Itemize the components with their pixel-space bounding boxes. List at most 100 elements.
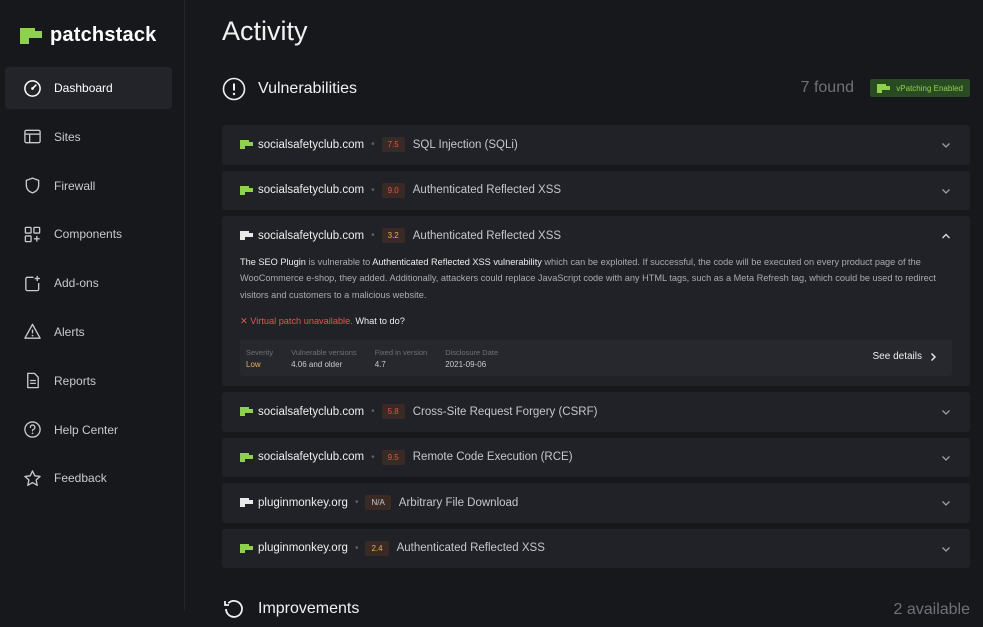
sidebar-item-components[interactable]: Components: [5, 213, 172, 255]
plugin-name: The SEO Plugin: [240, 256, 306, 267]
vulnerability-description: The SEO Plugin is vulnerable to Authenti…: [240, 254, 952, 304]
vulnerability-row-header[interactable]: pluginmonkey.org • N/A Arbitrary File Downl…: [222, 483, 970, 523]
separator-dot: •: [371, 139, 375, 151]
site-domain[interactable]: socialsafetyclub.com: [258, 451, 364, 463]
vulnerability-row-header[interactable]: socialsafetyclub.com • 9.5 Remote Code Exec…: [222, 438, 970, 478]
vulnerability-title: Authenticated Reflected XSS: [396, 542, 545, 555]
sidebar-item-sites[interactable]: Sites: [5, 116, 172, 158]
site-flag-icon: [240, 498, 253, 508]
vulnerabilities-header: Vulnerabilities 7 found vPatching Enable…: [222, 77, 970, 103]
site-flag-icon: [240, 407, 253, 417]
what-to-do-link[interactable]: What to do?: [355, 316, 405, 326]
see-details-button[interactable]: See details: [873, 351, 938, 362]
separator-dot: •: [371, 406, 375, 418]
chevron-down-icon[interactable]: [940, 185, 952, 197]
brand-name: patchstack: [50, 24, 157, 46]
vulnerabilities-count: 7 found: [800, 79, 854, 96]
sidebar-item-label: Components: [54, 227, 123, 242]
chevron-right-icon: [931, 352, 936, 361]
vulnerability-row[interactable]: socialsafetyclub.com • 5.8 Cross-Site Reque…: [222, 392, 970, 432]
sidebar: patchstack Dashboard Sites Firewall Comp…: [0, 0, 185, 611]
site-flag-icon: [240, 543, 253, 553]
vulnerable-versions-value: 4.06 and older: [291, 359, 343, 369]
vulnerability-row[interactable]: pluginmonkey.org • N/A Arbitrary File Downl…: [222, 483, 970, 523]
warning-icon: [24, 324, 41, 340]
field-label: Disclosure Date: [445, 347, 499, 357]
chevron-down-icon[interactable]: [940, 543, 952, 555]
fixed-version-field: Fixed in version 4.7: [375, 348, 428, 369]
site-flag-icon: [240, 140, 253, 150]
add-ons-icon: [25, 275, 40, 291]
vulnerability-title: Arbitrary File Download: [398, 496, 519, 509]
vulnerability-title: Remote Code Execution (RCE): [412, 451, 573, 464]
shield-icon: [25, 177, 40, 194]
separator-dot: •: [371, 184, 375, 196]
severity-field: Severity Low: [246, 348, 273, 369]
severity-value: Low: [246, 359, 261, 369]
layout-icon: [24, 129, 41, 144]
chevron-up-icon[interactable]: [940, 230, 952, 242]
vulnerability-title: Authenticated Reflected XSS: [412, 184, 562, 197]
vulnerability-title: Cross-Site Request Forgery (CSRF): [412, 405, 598, 418]
vpatch-unavailable-text: Virtual patch unavailable.: [250, 316, 353, 326]
vulnerability-meta-bar: Severity Low Vulnerable versions 4.06 and o…: [240, 340, 952, 376]
chevron-down-icon[interactable]: [940, 452, 952, 464]
vulnerability-detail: The SEO Plugin is vulnerable to Authenti…: [222, 254, 970, 387]
disclosure-date-field: Disclosure Date 2021-09-06: [445, 348, 498, 369]
improvements-count: 2 available: [893, 601, 971, 618]
sidebar-item-alerts[interactable]: Alerts: [5, 311, 172, 353]
vulnerability-row-header[interactable]: socialsafetyclub.com • 5.8 Cross-Site Reque…: [222, 392, 970, 432]
sidebar-item-add-ons[interactable]: Add-ons: [5, 262, 172, 304]
site-domain[interactable]: socialsafetyclub.com: [258, 230, 364, 242]
sidebar-nav: Dashboard Sites Firewall Components Add-…: [5, 67, 172, 506]
sidebar-item-help-center[interactable]: Help Center: [5, 409, 172, 451]
field-label: Vulnerable versions: [291, 347, 357, 357]
history-icon: [224, 600, 243, 618]
site-domain[interactable]: socialsafetyclub.com: [258, 139, 364, 151]
separator-dot: •: [371, 230, 375, 242]
sidebar-item-firewall[interactable]: Firewall: [5, 165, 172, 207]
vulnerability-row-header[interactable]: socialsafetyclub.com • 7.5 SQL Injection (S…: [222, 125, 970, 165]
site-domain[interactable]: pluginmonkey.org: [258, 542, 348, 554]
vulnerable-versions-field: Vulnerable versions 4.06 and older: [291, 348, 357, 369]
disclosure-date-value: 2021-09-06: [445, 359, 487, 369]
cvss-score-badge: 2.4: [365, 540, 389, 556]
chevron-down-icon[interactable]: [940, 497, 952, 509]
cvss-score-badge: 9.5: [381, 449, 405, 465]
alert-circle-icon: [222, 77, 246, 101]
cvss-score-badge: N/A: [365, 495, 391, 511]
cvss-score-badge: 7.5: [381, 137, 405, 153]
chevron-down-icon[interactable]: [940, 139, 952, 151]
vulnerability-row[interactable]: pluginmonkey.org • 2.4 Authenticated Reflec…: [222, 528, 970, 569]
sidebar-item-label: Sites: [54, 129, 81, 144]
site-domain[interactable]: socialsafetyclub.com: [258, 184, 364, 196]
close-icon: ✕: [240, 316, 251, 326]
vulnerability-row[interactable]: socialsafetyclub.com • 7.5 SQL Injection (S…: [222, 125, 970, 165]
vpatching-label: vPatching Enabled: [896, 83, 963, 93]
fixed-version-value: 4.7: [374, 359, 386, 369]
sidebar-item-feedback[interactable]: Feedback: [5, 457, 172, 499]
gauge-icon: [24, 79, 41, 97]
vulnerability-row-header[interactable]: socialsafetyclub.com • 9.0 Authenticated Re…: [222, 171, 970, 211]
vulnerability-row[interactable]: socialsafetyclub.com • 3.2 Authenticated Re…: [222, 216, 970, 386]
vulnerability-row-header[interactable]: pluginmonkey.org • 2.4 Authenticated Reflec…: [222, 529, 970, 569]
vulnerability-row[interactable]: socialsafetyclub.com • 9.5 Remote Code Exec…: [222, 437, 970, 478]
patchstack-logo[interactable]: patchstack: [20, 24, 157, 47]
cvss-score-badge: 5.8: [381, 404, 405, 420]
sidebar-item-reports[interactable]: Reports: [5, 360, 172, 402]
improvements-header: Improvements 2 available: [222, 597, 970, 627]
cvss-score-badge: 9.0: [381, 182, 405, 198]
sidebar-item-label: Dashboard: [54, 81, 113, 95]
vulnerability-list: socialsafetyclub.com • 7.5 SQL Injection (S…: [222, 125, 970, 574]
vulnerability-name: Authenticated Reflected XSS vulnerabilit…: [372, 256, 542, 267]
page-title: Activity: [222, 16, 308, 46]
site-flag-icon: [240, 231, 253, 241]
cvss-score-badge: 3.2: [381, 228, 405, 244]
site-domain[interactable]: pluginmonkey.org: [258, 497, 348, 509]
vulnerability-row[interactable]: socialsafetyclub.com • 9.0 Authenticated Re…: [222, 170, 970, 211]
sidebar-item-dashboard[interactable]: Dashboard: [5, 67, 172, 109]
separator-dot: •: [354, 542, 359, 554]
site-domain[interactable]: socialsafetyclub.com: [258, 406, 364, 418]
chevron-down-icon[interactable]: [940, 406, 952, 418]
vulnerability-row-header[interactable]: socialsafetyclub.com • 3.2 Authenticated Re…: [222, 216, 970, 256]
